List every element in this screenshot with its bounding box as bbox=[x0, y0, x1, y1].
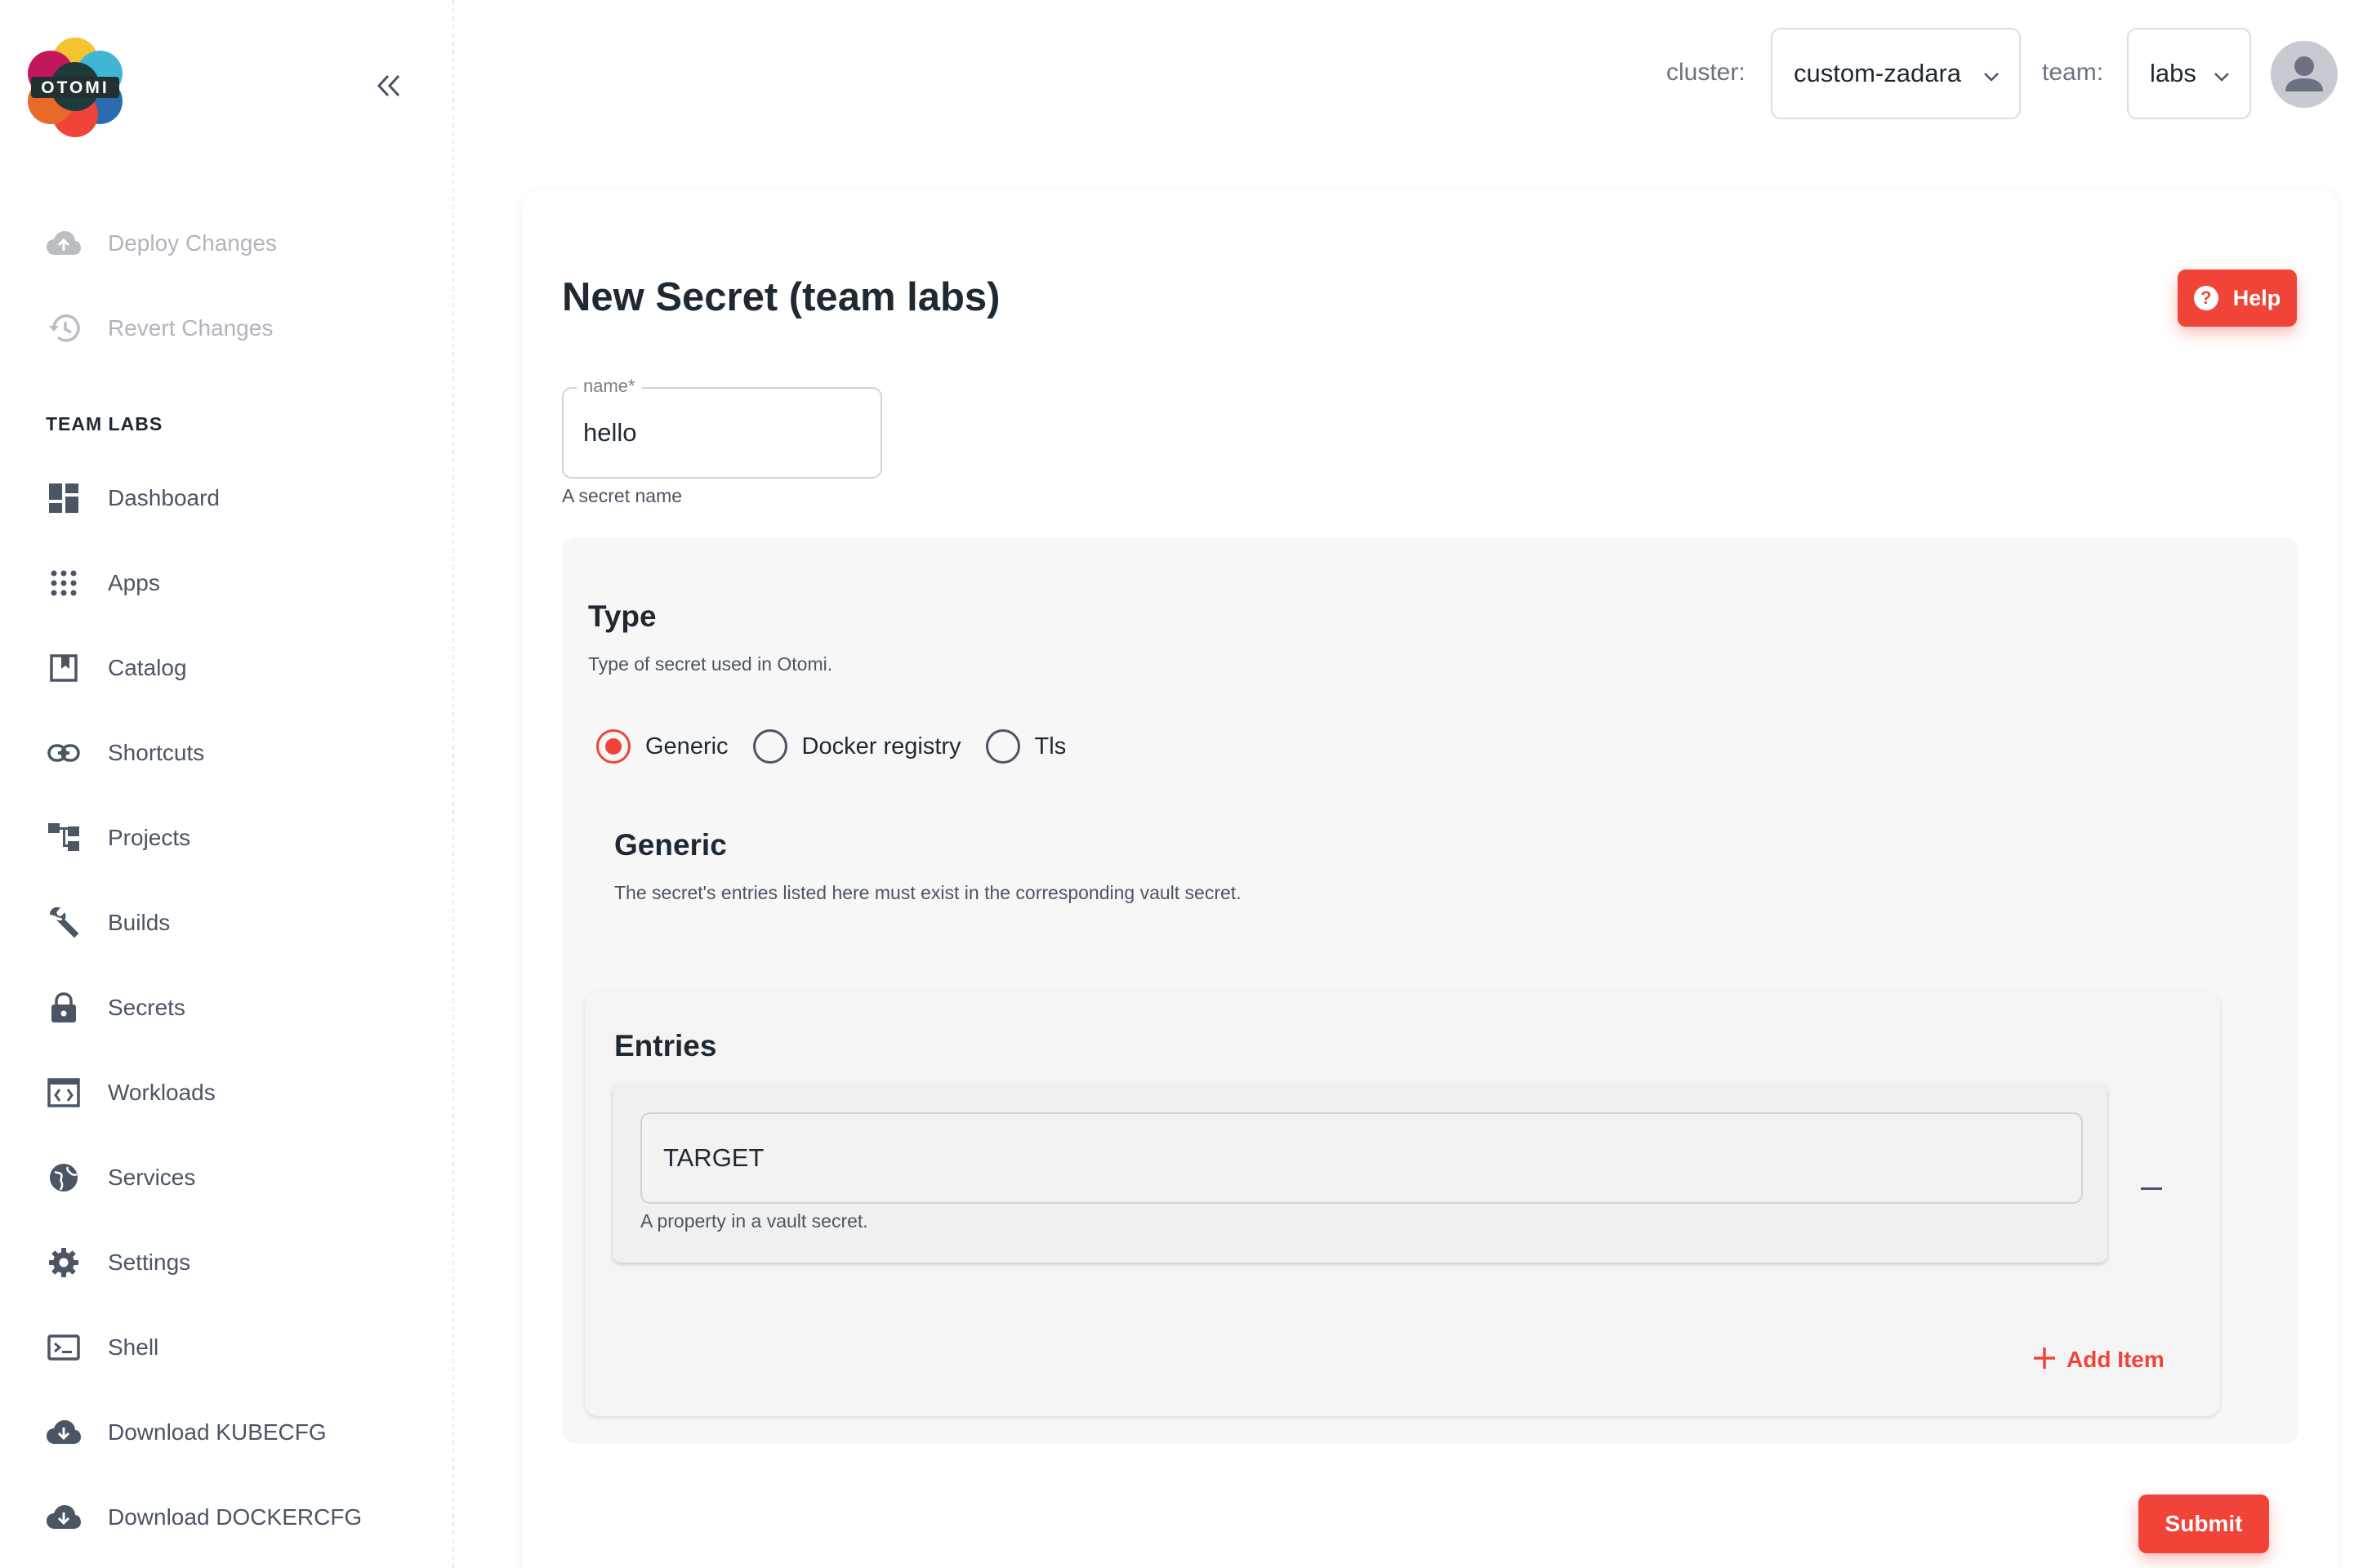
sidebar-item-shortcuts[interactable]: Shortcuts bbox=[46, 728, 204, 777]
lock-icon bbox=[46, 990, 82, 1026]
type-section-description: Type of secret used in Otomi. bbox=[588, 653, 833, 675]
sidebar: OTOMI Deploy Changes Revert Changes TEAM… bbox=[0, 0, 454, 1568]
sidebar-item-label: Download KUBECFG bbox=[108, 1419, 327, 1445]
sidebar-item-download-kubecfg[interactable]: Download KUBECFG bbox=[46, 1408, 327, 1457]
sidebar-item-apps[interactable]: Apps bbox=[46, 559, 160, 608]
help-button[interactable]: ? Help bbox=[2178, 270, 2297, 327]
radio-label: Tls bbox=[1034, 733, 1067, 760]
submit-button[interactable]: Submit bbox=[2138, 1494, 2269, 1553]
sidebar-item-catalog[interactable]: Catalog bbox=[46, 644, 187, 693]
cluster-select[interactable]: custom-zadara bbox=[1771, 28, 2021, 119]
cluster-label: cluster: bbox=[1666, 59, 1746, 86]
cloud-download-icon bbox=[46, 1414, 82, 1450]
sidebar-item-label: Apps bbox=[108, 570, 160, 595]
minus-icon bbox=[2141, 1180, 2162, 1195]
gear-icon bbox=[46, 1245, 82, 1281]
sidebar-item-services[interactable]: Services bbox=[46, 1153, 195, 1202]
otomi-logo[interactable]: OTOMI bbox=[25, 36, 126, 137]
user-avatar[interactable] bbox=[2271, 41, 2338, 108]
sidebar-item-label: Download DOCKERCFG bbox=[108, 1504, 363, 1530]
page-title: New Secret (team labs) bbox=[562, 275, 1001, 319]
chevron-down-icon bbox=[1983, 59, 2000, 88]
team-label: team: bbox=[2042, 59, 2104, 86]
radio-label: Generic bbox=[645, 733, 729, 760]
deploy-changes-button[interactable]: Deploy Changes bbox=[46, 219, 277, 268]
revert-changes-button[interactable]: Revert Changes bbox=[46, 304, 273, 353]
generic-section-description: The secret's entries listed here must ex… bbox=[614, 882, 1242, 903]
radio-generic[interactable]: Generic bbox=[596, 729, 729, 764]
radio-unchecked-icon bbox=[985, 729, 1020, 764]
sidebar-item-dashboard[interactable]: Dashboard bbox=[46, 474, 220, 523]
sidebar-item-label: Builds bbox=[108, 910, 171, 935]
secret-type-radio-group: Generic Docker registry Tls bbox=[596, 722, 1090, 771]
double-chevron-left-icon bbox=[375, 74, 403, 102]
collapse-sidebar-button[interactable] bbox=[364, 67, 413, 108]
entry-input[interactable] bbox=[640, 1112, 2083, 1204]
sidebar-item-settings[interactable]: Settings bbox=[46, 1238, 190, 1287]
cluster-select-value: custom-zadara bbox=[1794, 59, 1962, 87]
revert-changes-label: Revert Changes bbox=[108, 315, 274, 341]
services-icon bbox=[46, 1160, 82, 1196]
projects-icon bbox=[46, 820, 82, 856]
sidebar-item-label: Dashboard bbox=[108, 485, 220, 510]
sidebar-item-label: Settings bbox=[108, 1250, 191, 1275]
entry-input-helper: A property in a vault secret. bbox=[640, 1210, 868, 1232]
deploy-changes-label: Deploy Changes bbox=[108, 230, 278, 256]
sidebar-item-label: Catalog bbox=[108, 655, 187, 680]
add-item-button[interactable]: Add Item bbox=[2032, 1341, 2165, 1379]
plus-icon bbox=[2032, 1343, 2057, 1376]
dashboard-icon bbox=[46, 480, 82, 516]
sidebar-item-secrets[interactable]: Secrets bbox=[46, 983, 185, 1032]
radio-checked-icon bbox=[596, 729, 631, 764]
entry-input-value[interactable]: TARGET bbox=[663, 1143, 764, 1173]
team-select[interactable]: labs bbox=[2127, 28, 2251, 119]
help-button-label: Help bbox=[2232, 285, 2281, 310]
question-circle-icon: ? bbox=[2193, 286, 2218, 310]
sidebar-item-shell[interactable]: Shell bbox=[46, 1323, 158, 1372]
wrench-icon bbox=[46, 905, 82, 941]
logo-text: OTOMI bbox=[41, 78, 109, 97]
terminal-icon bbox=[46, 1330, 82, 1365]
sidebar-item-projects[interactable]: Projects bbox=[46, 813, 190, 862]
chevron-down-icon bbox=[2214, 59, 2230, 88]
team-select-value: labs bbox=[2150, 59, 2196, 87]
radio-label: Docker registry bbox=[801, 733, 961, 760]
apps-grid-icon bbox=[46, 565, 82, 601]
cloud-download-icon bbox=[46, 1499, 82, 1535]
radio-unchecked-icon bbox=[752, 729, 787, 764]
radio-tls[interactable]: Tls bbox=[985, 729, 1067, 764]
sidebar-item-label: Services bbox=[108, 1165, 196, 1190]
team-section-title: TEAM LABS bbox=[46, 413, 163, 434]
person-icon bbox=[2271, 56, 2338, 108]
add-item-label: Add Item bbox=[2067, 1347, 2165, 1372]
sidebar-item-builds[interactable]: Builds bbox=[46, 898, 170, 947]
catalog-icon bbox=[46, 650, 82, 686]
sidebar-item-label: Shell bbox=[108, 1334, 159, 1360]
sidebar-item-download-dockercfg[interactable]: Download DOCKERCFG bbox=[46, 1493, 362, 1542]
workloads-icon bbox=[46, 1075, 82, 1111]
radio-docker-registry[interactable]: Docker registry bbox=[752, 729, 961, 764]
sidebar-item-label: Projects bbox=[108, 825, 191, 850]
name-field-helper: A secret name bbox=[562, 485, 683, 506]
name-field-label: name* bbox=[577, 376, 642, 397]
history-icon bbox=[46, 310, 82, 346]
cloud-upload-icon bbox=[46, 225, 82, 261]
sidebar-item-label: Shortcuts bbox=[108, 740, 205, 765]
entries-title: Entries bbox=[614, 1029, 717, 1062]
remove-entry-button[interactable] bbox=[2133, 1169, 2169, 1205]
type-section-title: Type bbox=[588, 599, 657, 633]
generic-section-title: Generic bbox=[614, 828, 727, 862]
sidebar-item-label: Secrets bbox=[108, 995, 185, 1020]
link-icon bbox=[46, 735, 82, 771]
sidebar-item-workloads[interactable]: Workloads bbox=[46, 1068, 216, 1117]
name-field-value[interactable]: hello bbox=[583, 418, 637, 448]
sidebar-item-label: Workloads bbox=[108, 1080, 216, 1105]
